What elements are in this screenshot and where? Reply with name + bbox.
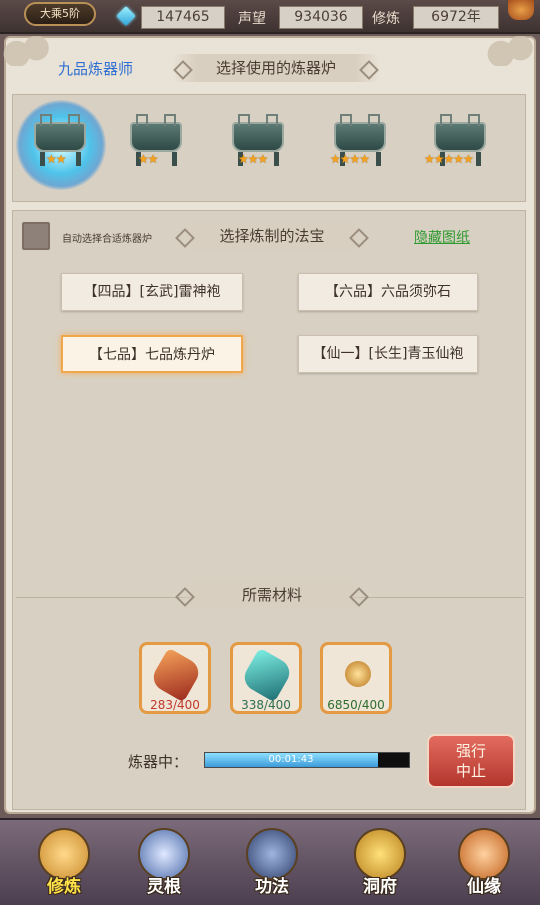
furnace-icon bbox=[334, 114, 386, 152]
forging-time-remaining: 00:01:43 bbox=[268, 754, 314, 765]
forging-progress-bar: 00:01:43 bbox=[204, 752, 410, 768]
gold-ore-icon bbox=[340, 656, 376, 692]
furnace-option-5[interactable] bbox=[422, 102, 498, 182]
material-count: 338/400 bbox=[241, 698, 291, 712]
furnace-icon bbox=[434, 114, 486, 152]
hide-blueprints-link[interactable]: 隐藏图纸 bbox=[414, 227, 470, 247]
craftsman-title: 九品炼器师 bbox=[58, 60, 134, 78]
material-slot-teal-crystal[interactable]: 338/400 bbox=[230, 642, 302, 714]
furnace-icon bbox=[34, 114, 86, 152]
furnace-star-rating: ★★ bbox=[46, 152, 66, 166]
forging-status-label: 炼器中： bbox=[128, 753, 189, 771]
furnace-leg bbox=[274, 152, 279, 166]
spirit-stone-count: 147465 bbox=[141, 6, 225, 29]
furnace-option-3[interactable] bbox=[220, 102, 296, 182]
material-count: 283/400 bbox=[150, 698, 200, 712]
materials-section-title: 所需材料 bbox=[174, 581, 370, 609]
red-crystal-icon bbox=[148, 647, 204, 703]
teal-crystal-icon bbox=[239, 647, 295, 703]
furnace-icon bbox=[232, 114, 284, 152]
cultivation-label: 修炼 bbox=[372, 11, 400, 27]
cloud-decoration-icon bbox=[484, 36, 540, 66]
furnace-option-1[interactable] bbox=[22, 102, 98, 182]
cultivation-value: 6972年 bbox=[413, 6, 499, 29]
furnace-leg bbox=[172, 152, 177, 166]
material-slot-red-crystal[interactable]: 283/400 bbox=[139, 642, 211, 714]
furnace-option-2[interactable] bbox=[118, 102, 194, 182]
nav-tab-cultivate[interactable]: 修炼 bbox=[24, 824, 104, 902]
furnace-option-4[interactable] bbox=[322, 102, 398, 182]
nav-tab-cave-abode[interactable]: 洞府 bbox=[340, 824, 420, 902]
furnace-leg bbox=[376, 152, 381, 166]
furnace-star-rating: ★★★★ bbox=[330, 152, 370, 166]
rank-badge[interactable]: 大乘5阶 bbox=[24, 2, 96, 26]
furnace-star-rating: ★★★ bbox=[238, 152, 268, 166]
nav-tab-spirit-root[interactable]: 灵根 bbox=[124, 824, 204, 902]
spirit-stone-icon bbox=[116, 6, 136, 26]
furnace-star-rating: ★★★★★ bbox=[424, 152, 474, 166]
treasure-item-sumeru-stone[interactable]: 【六品】六品须弥石 bbox=[298, 273, 478, 311]
treasure-item-jade-robe[interactable]: 【仙一】[长生]青玉仙袍 bbox=[298, 335, 478, 373]
treasure-section-title: 选择炼制的法宝 bbox=[174, 222, 370, 250]
prestige-value: 934036 bbox=[279, 6, 363, 29]
furnace-leg bbox=[476, 152, 481, 166]
cloud-decoration-icon bbox=[0, 36, 56, 66]
force-stop-button[interactable]: 强行 中止 bbox=[427, 734, 515, 788]
auto-select-label: 自动选择合适炼器炉 bbox=[62, 234, 152, 245]
furnace-icon bbox=[130, 114, 182, 152]
furnace-leg bbox=[76, 152, 81, 166]
nav-tab-label: 灵根 bbox=[147, 877, 181, 897]
nav-tab-technique[interactable]: 功法 bbox=[232, 824, 312, 902]
nav-tab-label: 修炼 bbox=[47, 877, 81, 897]
top-bar: 大乘5阶 147465 声望 934036 修炼 6972年 bbox=[0, 0, 540, 34]
nav-tab-immortal-fate[interactable]: 仙缘 bbox=[444, 824, 524, 902]
nav-tab-label: 功法 bbox=[255, 877, 289, 897]
material-slot-gold-ore[interactable]: 6850/400 bbox=[320, 642, 392, 714]
nav-tab-label: 仙缘 bbox=[467, 877, 501, 897]
material-count: 6850/400 bbox=[327, 698, 385, 712]
furnace-leg bbox=[40, 152, 45, 166]
treasure-item-alchemy-furnace[interactable]: 【七品】七品炼丹炉 bbox=[61, 335, 243, 373]
furnace-star-rating: ★★ bbox=[138, 152, 158, 166]
treasure-item-thunder-robe[interactable]: 【四品】[玄武]雷神袍 bbox=[61, 273, 243, 311]
lantern-icon bbox=[508, 0, 534, 20]
auto-select-checkbox[interactable] bbox=[22, 222, 50, 250]
nav-tab-label: 洞府 bbox=[363, 877, 397, 897]
prestige-label: 声望 bbox=[238, 11, 266, 27]
furnace-section-title: 选择使用的炼器炉 bbox=[172, 54, 380, 82]
